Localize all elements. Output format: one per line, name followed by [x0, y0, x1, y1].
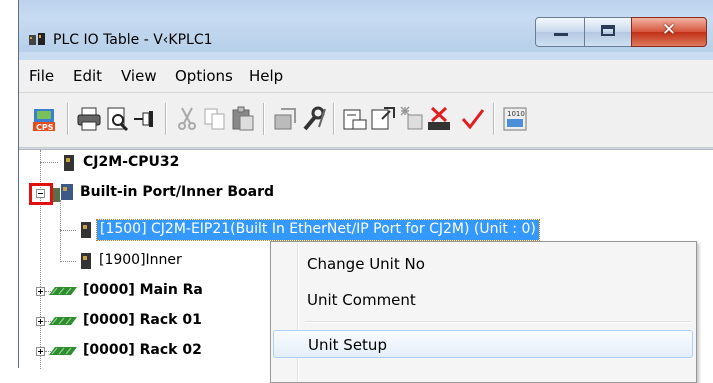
paste-icon[interactable] [229, 105, 257, 133]
minimize-button[interactable] [535, 17, 585, 47]
tree-node-cpu[interactable]: CJ2M-CPU32 [19, 151, 713, 175]
transfer-from-icon[interactable] [397, 105, 425, 133]
menu-item-unit-comment[interactable]: Unit Comment [273, 286, 693, 314]
plc-unit-icon [81, 222, 91, 238]
plc-unit-icon [81, 253, 91, 269]
close-button[interactable]: ✕ [631, 17, 707, 47]
tree-label: CJ2M-CPU32 [83, 154, 180, 170]
expand-icon[interactable] [36, 347, 45, 356]
maximize-button[interactable] [584, 17, 632, 47]
cut-icon[interactable] [173, 105, 201, 133]
copy-icon[interactable] [201, 105, 229, 133]
menu-options[interactable]: Options [175, 67, 233, 85]
menu-item-unit-setup[interactable]: Unit Setup [273, 330, 693, 358]
svg-text:1010: 1010 [507, 110, 525, 118]
menu-item-label: Unit Setup [308, 336, 387, 354]
app-icon [29, 33, 45, 45]
maximize-icon [601, 25, 615, 36]
wrench-icon[interactable] [299, 105, 327, 133]
delete-icon[interactable] [425, 105, 453, 133]
menu-help[interactable]: Help [249, 67, 283, 85]
toolbar-separator [67, 103, 69, 135]
io-icon[interactable]: 1010 [501, 105, 529, 133]
toolbar-separator [165, 103, 167, 135]
rack-icon [49, 287, 77, 295]
toolbar-separator [263, 103, 265, 135]
minimize-icon [554, 33, 568, 36]
tree-label: [1900]Inner [99, 252, 182, 268]
unit-icon[interactable] [271, 105, 299, 133]
pin-icon[interactable] [131, 105, 159, 133]
cps-icon[interactable]: CPS [31, 105, 59, 133]
print-icon[interactable] [75, 105, 103, 133]
context-menu: Change Unit No Unit Comment Unit Setup [270, 241, 697, 383]
print-preview-icon[interactable] [103, 105, 131, 133]
plc-unit-icon [64, 155, 74, 171]
expand-icon[interactable] [36, 317, 45, 326]
toolbar-separator [333, 103, 335, 135]
board-icon [51, 184, 73, 202]
menu-view[interactable]: View [121, 67, 157, 85]
compare-icon[interactable] [341, 105, 369, 133]
window-title: PLC IO Table - V‹KPLC1 [53, 32, 213, 48]
tree-node-eip21[interactable]: [1500] CJ2M-EIP21(Built In EtherNet/IP P… [19, 218, 713, 242]
tree-label: [0000] Rack 01 [83, 312, 202, 328]
transfer-icon[interactable] [369, 105, 397, 133]
tree-label-selected: [1500] CJ2M-EIP21(Built In EtherNet/IP P… [96, 219, 540, 241]
menu-item-label: Unit Comment [307, 291, 416, 309]
menu-item-label: Change Unit No [307, 255, 425, 273]
title-bar[interactable]: PLC IO Table - V‹KPLC1 ✕ [19, 0, 713, 52]
menu-edit[interactable]: Edit [73, 67, 102, 85]
close-icon: ✕ [661, 20, 677, 40]
check-icon[interactable] [459, 105, 487, 133]
main-window: PLC IO Table - V‹KPLC1 ✕ File Edit View … [18, 0, 713, 383]
svg-text:CPS: CPS [36, 123, 54, 132]
toolbar: CPS 1010 [19, 93, 713, 148]
tree-label: [0000] Rack 02 [83, 342, 202, 358]
rack-icon [49, 347, 77, 355]
tree-label: Built-in Port/Inner Board [80, 184, 275, 200]
menu-item-change-unit-no[interactable]: Change Unit No [273, 250, 693, 278]
highlight-box [29, 183, 53, 205]
tree-label: [0000] Main Ra [83, 282, 203, 298]
tree-node-builtin-port[interactable]: Built-in Port/Inner Board [19, 181, 713, 205]
menu-file[interactable]: File [29, 67, 54, 85]
rack-icon [49, 317, 77, 325]
expand-icon[interactable] [36, 287, 45, 296]
toolbar-separator [493, 103, 495, 135]
context-menu-separator [305, 321, 691, 323]
menu-bar: File Edit View Options Help [19, 60, 713, 93]
